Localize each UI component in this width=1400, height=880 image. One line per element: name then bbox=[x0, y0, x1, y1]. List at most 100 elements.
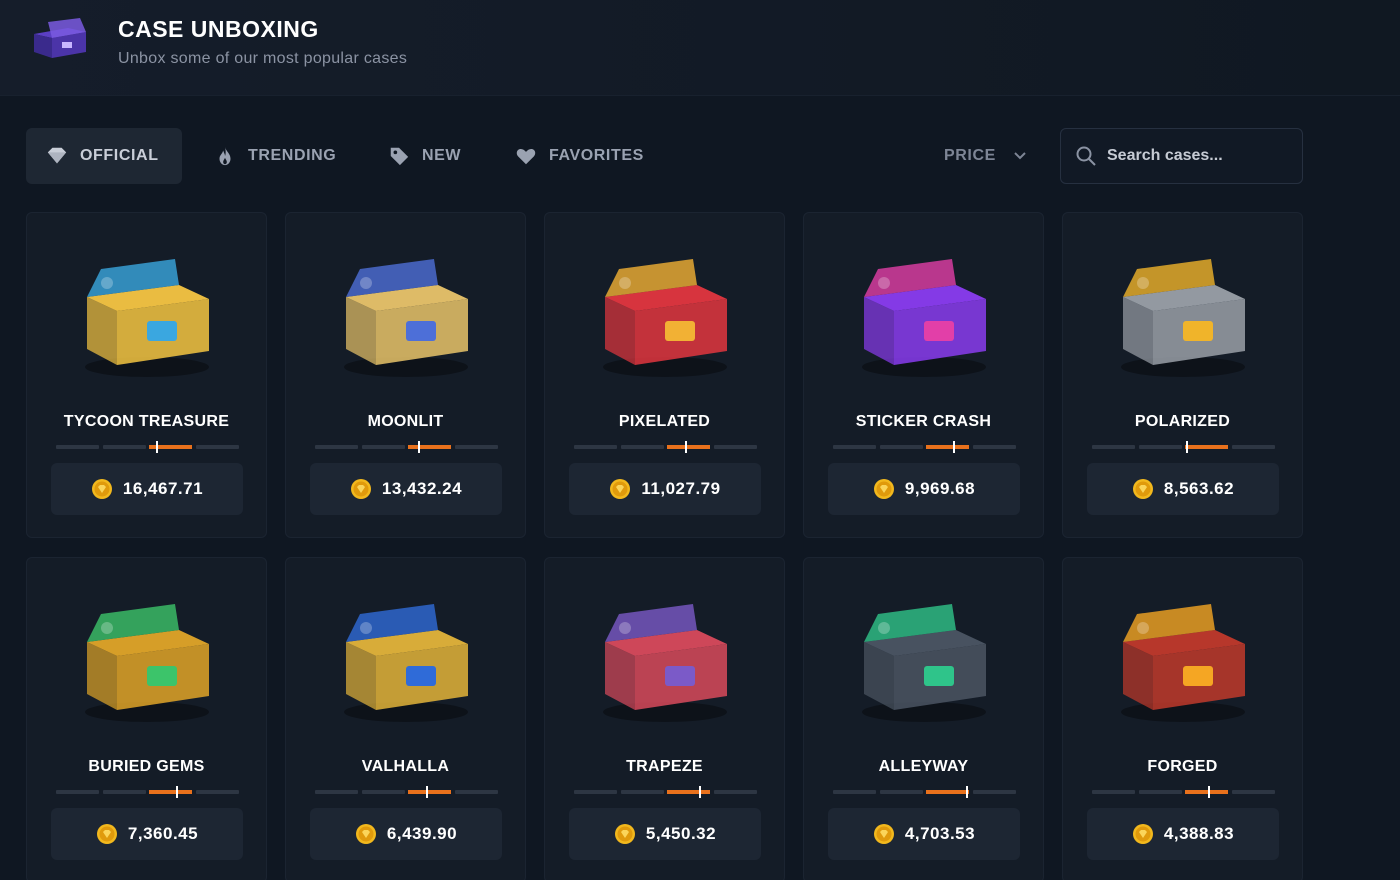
odds-segment bbox=[713, 790, 757, 794]
odds-segment bbox=[315, 790, 358, 794]
page-header: CASE UNBOXING Unbox some of our most pop… bbox=[0, 0, 1400, 96]
odds-segment bbox=[972, 790, 1016, 794]
chevron-down-icon bbox=[1014, 152, 1026, 160]
odds-segment bbox=[1138, 790, 1182, 794]
case-name: TRAPEZE bbox=[626, 758, 703, 775]
case-card[interactable]: PIXELATED 11,027.79 bbox=[544, 212, 785, 538]
search-input[interactable] bbox=[1107, 147, 1287, 165]
flame-icon bbox=[219, 146, 231, 166]
diamond-icon bbox=[47, 147, 67, 164]
odds-marker bbox=[952, 441, 955, 453]
tab-official[interactable]: OFFICIAL bbox=[26, 128, 182, 184]
odds-segment bbox=[102, 790, 146, 794]
case-price: 13,432.24 bbox=[381, 479, 463, 498]
odds-segment bbox=[620, 790, 664, 794]
odds-segment bbox=[879, 790, 923, 794]
price-button[interactable]: 8,563.62 bbox=[1087, 463, 1279, 515]
case-price: 5,450.32 bbox=[645, 824, 717, 843]
case-price: 7,360.45 bbox=[127, 824, 199, 843]
case-price: 4,703.53 bbox=[904, 824, 976, 843]
case-price: 6,439.90 bbox=[386, 824, 458, 843]
odds-marker bbox=[684, 441, 687, 453]
price-button[interactable]: 16,467.71 bbox=[51, 463, 243, 515]
odds-segment bbox=[972, 445, 1016, 449]
case-price: 11,027.79 bbox=[641, 479, 721, 498]
odds-segment bbox=[195, 445, 239, 449]
case-card[interactable]: TYCOON TREASURE 16,467.71 bbox=[26, 212, 267, 538]
coin-icon bbox=[91, 479, 112, 499]
odds-segment bbox=[879, 445, 923, 449]
odds-marker bbox=[175, 786, 178, 798]
sort-label: PRICE bbox=[944, 147, 996, 164]
case-image bbox=[862, 604, 986, 722]
odds-bar bbox=[56, 441, 239, 453]
odds-segment bbox=[56, 790, 99, 794]
search-box bbox=[1060, 128, 1303, 184]
coin-icon bbox=[610, 479, 631, 499]
coin-icon bbox=[614, 824, 635, 844]
price-button[interactable]: 13,432.24 bbox=[310, 463, 502, 515]
case-card[interactable]: POLARIZED 8,563.62 bbox=[1062, 212, 1303, 538]
price-button[interactable]: 4,388.83 bbox=[1087, 808, 1279, 860]
odds-bar bbox=[574, 441, 757, 453]
price-button[interactable]: 6,439.90 bbox=[310, 808, 502, 860]
odds-segment bbox=[454, 790, 498, 794]
case-card[interactable]: ALLEYWAY 4,703.53 bbox=[803, 557, 1044, 880]
coin-icon bbox=[873, 479, 894, 499]
odds-segment bbox=[1138, 445, 1182, 449]
price-button[interactable]: 11,027.79 bbox=[569, 463, 761, 515]
odds-marker bbox=[965, 786, 968, 798]
coin-icon bbox=[96, 824, 117, 844]
price-button[interactable]: 4,703.53 bbox=[828, 808, 1020, 860]
odds-bar bbox=[574, 786, 757, 798]
odds-fill bbox=[926, 790, 969, 794]
price-button[interactable]: 5,450.32 bbox=[569, 808, 761, 860]
odds-bar bbox=[56, 786, 239, 798]
odds-fill bbox=[667, 445, 710, 449]
case-image bbox=[85, 604, 209, 722]
case-name: POLARIZED bbox=[1134, 413, 1231, 430]
odds-marker bbox=[155, 441, 158, 453]
tag-icon bbox=[390, 147, 409, 166]
case-price: 4,388.83 bbox=[1163, 824, 1235, 843]
odds-bar bbox=[833, 441, 1016, 453]
case-card[interactable]: VALHALLA 6,439.90 bbox=[285, 557, 526, 880]
case-image bbox=[344, 259, 468, 377]
odds-bar bbox=[1092, 786, 1275, 798]
tab-new[interactable]: NEW bbox=[368, 128, 461, 184]
case-image bbox=[1121, 259, 1245, 377]
price-sort-dropdown[interactable]: PRICE bbox=[944, 128, 1028, 184]
case-card[interactable]: BURIED GEMS 7,360.45 bbox=[26, 557, 267, 880]
filter-toolbar: OFFICIAL TRENDING NEW FAVORITES PRICE bbox=[0, 128, 1400, 184]
odds-marker bbox=[418, 441, 421, 453]
tab-favorites[interactable]: FAVORITES bbox=[495, 128, 644, 184]
odds-segment bbox=[361, 790, 405, 794]
coin-icon bbox=[350, 479, 371, 499]
odds-fill bbox=[149, 790, 192, 794]
case-image bbox=[603, 604, 727, 722]
price-button[interactable]: 9,969.68 bbox=[828, 463, 1020, 515]
case-card[interactable]: MOONLIT 13,432.24 bbox=[285, 212, 526, 538]
price-button[interactable]: 7,360.45 bbox=[51, 808, 243, 860]
odds-segment bbox=[1092, 445, 1135, 449]
odds-segment bbox=[361, 445, 405, 449]
case-image bbox=[344, 604, 468, 722]
tab-trending[interactable]: TRENDING bbox=[194, 128, 336, 184]
odds-marker bbox=[1208, 786, 1211, 798]
case-card[interactable]: STICKER CRASH 9,969.68 bbox=[803, 212, 1044, 538]
coin-icon bbox=[1132, 824, 1153, 844]
tab-label: NEW bbox=[422, 147, 462, 164]
case-card[interactable]: FORGED 4,388.83 bbox=[1062, 557, 1303, 880]
odds-segment bbox=[833, 445, 876, 449]
tab-label: OFFICIAL bbox=[80, 147, 159, 164]
odds-bar bbox=[833, 786, 1016, 798]
case-name: FORGED bbox=[1147, 758, 1218, 775]
case-card[interactable]: TRAPEZE 5,450.32 bbox=[544, 557, 785, 880]
odds-segment bbox=[454, 445, 498, 449]
odds-segment bbox=[1231, 790, 1275, 794]
tab-label: FAVORITES bbox=[549, 147, 644, 164]
case-grid: TYCOON TREASURE 16,467.71 MOONLIT 13,432… bbox=[26, 212, 1304, 880]
odds-segment bbox=[713, 445, 757, 449]
odds-fill bbox=[1185, 445, 1228, 449]
odds-segment bbox=[1092, 790, 1135, 794]
